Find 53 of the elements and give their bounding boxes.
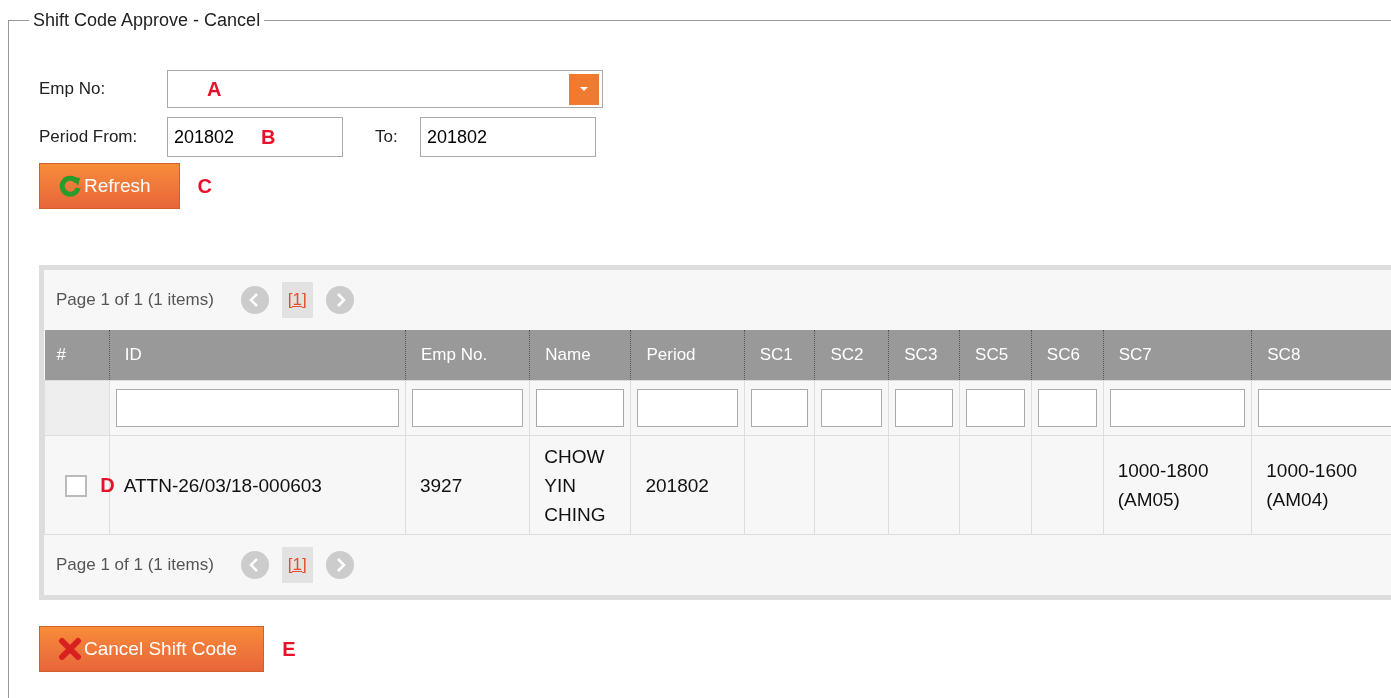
filter-field[interactable] <box>115 389 399 427</box>
annotation-letter: E <box>282 637 296 661</box>
column-header[interactable]: SC5 <box>959 330 1032 381</box>
column-header[interactable]: Period <box>630 330 745 381</box>
filter-field[interactable] <box>411 389 524 427</box>
filter-field[interactable] <box>821 389 883 427</box>
filter-field[interactable] <box>966 389 1025 427</box>
table-cell: CHOW YIN CHING <box>544 445 606 525</box>
annotation-letter: B <box>261 125 277 149</box>
column-header[interactable]: SC1 <box>744 330 815 381</box>
filter-field[interactable] <box>1258 389 1391 427</box>
pager-summary: Page 1 of 1 (1 items) <box>56 555 214 575</box>
row-checkbox[interactable] <box>65 474 87 497</box>
annotation-letter: D <box>100 474 115 497</box>
filter-field[interactable] <box>1109 389 1246 427</box>
field-label: To: <box>375 127 399 147</box>
table-cell: 1000-1600 (AM04) <box>1266 460 1358 510</box>
period-to-field[interactable]: 201802 <box>420 117 596 157</box>
next-page-icon[interactable] <box>324 550 355 580</box>
table-cell: 3927 <box>419 474 463 496</box>
column-header[interactable]: SC2 <box>814 330 889 381</box>
refresh-button[interactable]: Refresh <box>39 163 180 209</box>
field-label: Emp No: <box>39 79 107 99</box>
emp-no-dropdown[interactable] <box>167 70 603 108</box>
pager-summary: Page 1 of 1 (1 items) <box>56 290 214 310</box>
refresh-icon <box>58 174 82 198</box>
filter-field[interactable] <box>536 389 625 427</box>
column-header[interactable]: SC6 <box>1031 330 1104 381</box>
field-label: Period From: <box>39 127 139 147</box>
column-header[interactable]: SC3 <box>888 330 960 381</box>
table-cell: 1000-1800 (AM05) <box>1117 460 1209 510</box>
column-header[interactable]: SC8 <box>1251 330 1391 381</box>
annotation-letter: A <box>207 77 222 101</box>
table-cell: 201802 <box>645 474 709 496</box>
filter-field[interactable] <box>1037 389 1097 427</box>
column-header[interactable]: ID <box>109 330 406 381</box>
panel-title: Shift Code Approve - Cancel <box>29 10 265 31</box>
filter-field[interactable] <box>637 389 738 427</box>
next-page-icon[interactable] <box>324 285 355 315</box>
page-link[interactable]: [1] <box>281 547 313 583</box>
cross-icon <box>58 637 82 661</box>
table-cell: ATTN-26/03/18-000603 <box>123 474 322 496</box>
filter-field[interactable] <box>895 389 954 427</box>
annotation-letter: C <box>197 174 212 198</box>
column-header[interactable]: # <box>44 330 110 381</box>
page-link[interactable]: [1] <box>281 282 313 318</box>
filter-field[interactable] <box>750 389 809 427</box>
column-header[interactable]: Name <box>529 330 631 381</box>
previous-page-icon[interactable] <box>239 550 270 580</box>
cancel-shift-code-button[interactable]: Cancel Shift Code <box>39 626 265 672</box>
column-header[interactable]: Emp No. <box>405 330 530 381</box>
column-header[interactable]: SC7 <box>1103 330 1252 381</box>
previous-page-icon[interactable] <box>239 285 270 315</box>
